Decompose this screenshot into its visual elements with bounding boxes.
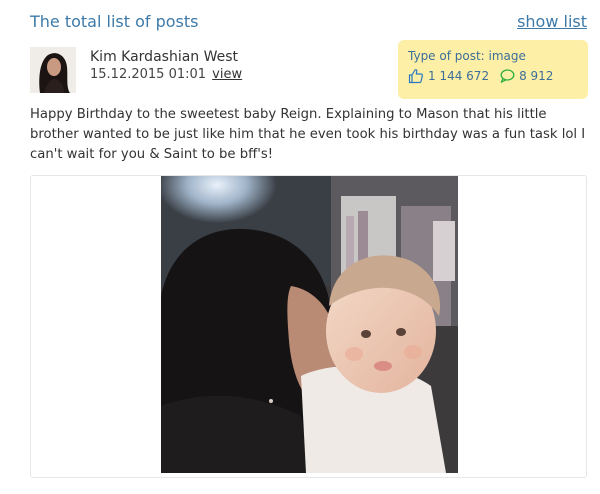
show-list-link[interactable]: show list [517, 12, 587, 31]
thumbs-up-icon [408, 68, 424, 84]
post-photo[interactable] [161, 176, 458, 473]
page-title: The total list of posts [30, 12, 199, 31]
comment-count: 8 912 [519, 69, 554, 83]
like-count: 1 144 672 [428, 69, 490, 83]
author-name: Kim Kardashian West [90, 49, 239, 65]
view-link[interactable]: view [212, 67, 242, 82]
post-date: 15.12.2015 01:01 view [90, 67, 242, 82]
comments-group: 8 912 [499, 68, 553, 84]
post-date-text: 15.12.2015 01:01 [90, 67, 207, 82]
speech-bubble-icon [499, 68, 515, 84]
post-stats: Type of post: image 1 144 672 8 912 [398, 40, 588, 99]
post-image-card [30, 175, 587, 478]
stats-row: 1 144 672 8 912 [408, 68, 578, 84]
post-text: Happy Birthday to the sweetest baby Reig… [30, 107, 586, 162]
post-type-label: Type of post: image [408, 49, 526, 63]
avatar[interactable] [30, 47, 76, 93]
